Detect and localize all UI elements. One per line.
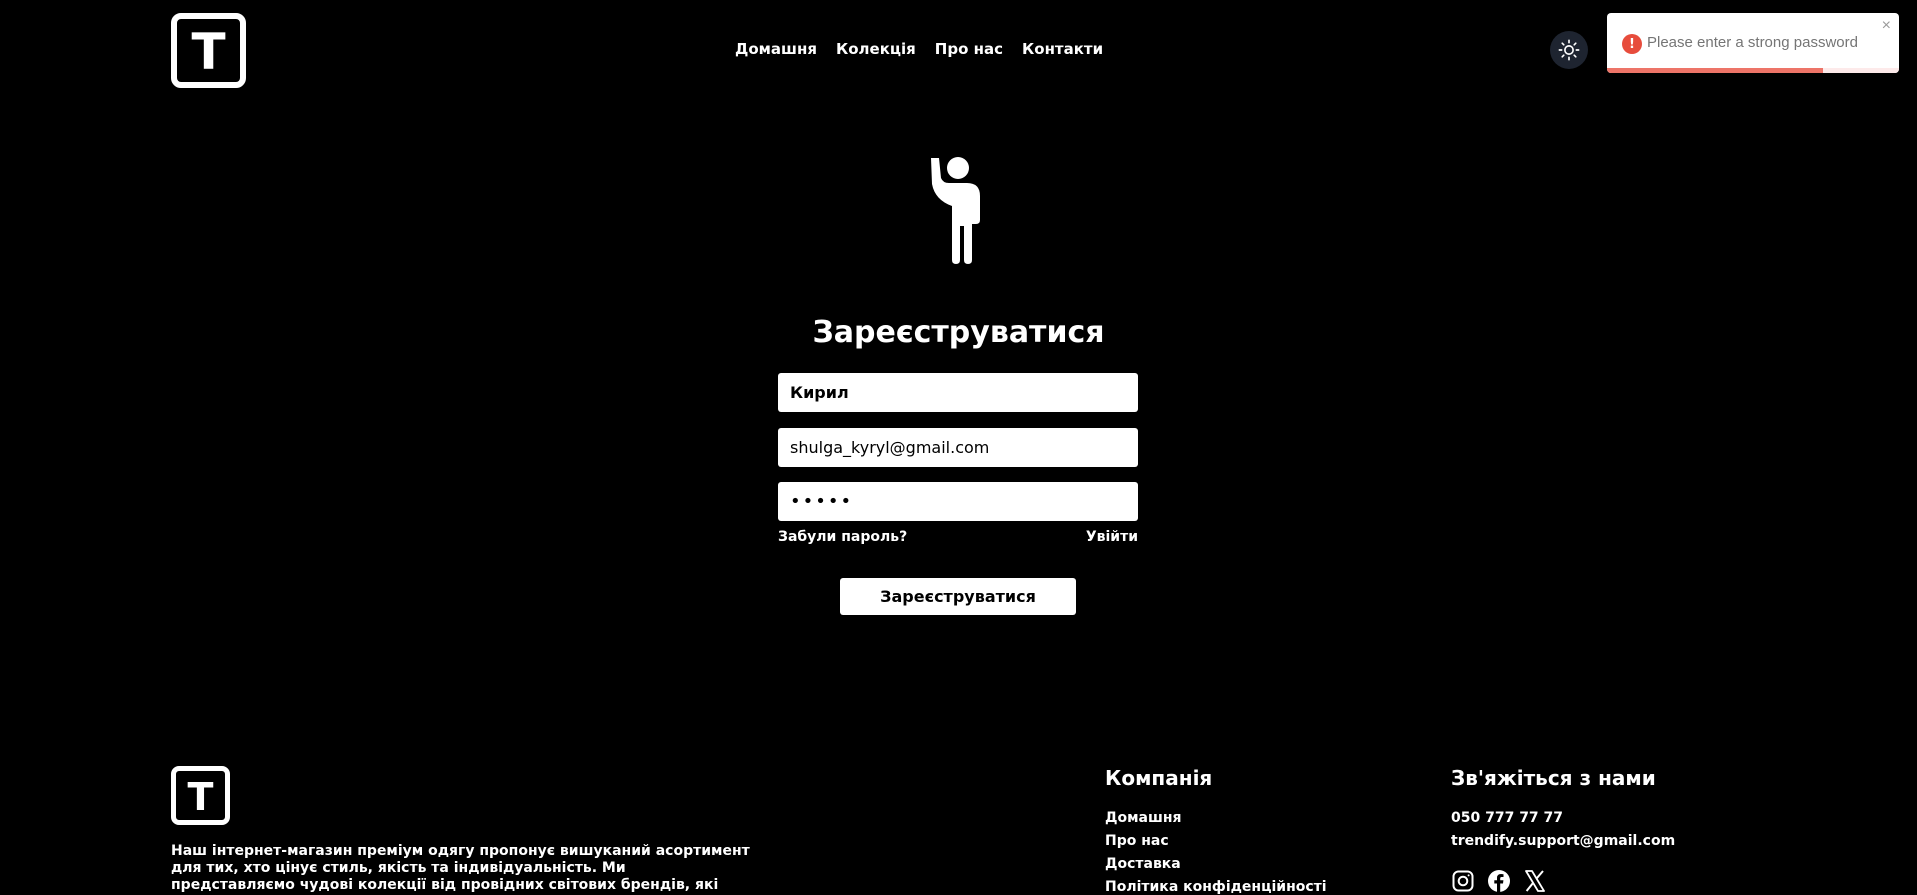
instagram-icon[interactable] xyxy=(1451,869,1475,893)
email-field[interactable]: shulga_kyryl@gmail.com xyxy=(778,428,1138,467)
footer-contact-info: 050 777 77 77 trendify.support@gmail.com xyxy=(1451,809,1675,850)
person-waving-icon xyxy=(931,157,980,264)
toast-close-button[interactable]: × xyxy=(1882,17,1891,35)
footer-email[interactable]: trendify.support@gmail.com xyxy=(1451,832,1675,850)
footer-company-links: Домашня Про нас Доставка Політика конфід… xyxy=(1105,809,1327,895)
page-title: Зареєструватися xyxy=(812,315,1105,350)
facebook-icon[interactable] xyxy=(1487,869,1511,893)
footer-link-about[interactable]: Про нас xyxy=(1105,832,1327,850)
forgot-password-link[interactable]: Забули пароль? xyxy=(778,529,907,545)
site-logo[interactable]: T xyxy=(171,13,246,88)
password-field[interactable]: ••••• xyxy=(778,482,1138,521)
footer-link-home[interactable]: Домашня xyxy=(1105,809,1327,827)
footer-phone[interactable]: 050 777 77 77 xyxy=(1451,809,1675,827)
footer-link-privacy[interactable]: Політика конфіденційності xyxy=(1105,878,1327,895)
error-toast: ! Please enter a strong password × xyxy=(1607,13,1899,73)
nav-contacts[interactable]: Контакти xyxy=(1022,40,1103,58)
nav-about[interactable]: Про нас xyxy=(935,40,1003,58)
footer-logo[interactable]: T xyxy=(171,766,230,825)
sun-icon xyxy=(1558,39,1580,61)
register-button[interactable]: Зареєструватися xyxy=(840,578,1076,615)
page: T Домашня Колекція Про нас Контакти ! Pl… xyxy=(0,0,1917,895)
footer-contact-title: Зв'яжіться з нами xyxy=(1451,766,1656,790)
footer-logo-letter: T xyxy=(187,774,214,819)
nav-collection[interactable]: Колекція xyxy=(836,40,916,58)
nav-home[interactable]: Домашня xyxy=(735,40,817,58)
x-icon[interactable] xyxy=(1523,869,1547,893)
toast-message: Please enter a strong password xyxy=(1647,34,1858,51)
logo-letter: T xyxy=(191,22,226,81)
form-links: Забули пароль? Увійти xyxy=(778,529,1138,545)
footer-link-delivery[interactable]: Доставка xyxy=(1105,855,1327,873)
social-links xyxy=(1451,869,1547,893)
footer-about-text: Наш інтернет-магазин преміум одягу пропо… xyxy=(171,843,750,895)
login-link[interactable]: Увійти xyxy=(1086,529,1138,545)
theme-toggle-button[interactable] xyxy=(1550,31,1588,69)
toast-progress-bar xyxy=(1607,68,1824,73)
error-icon: ! xyxy=(1622,34,1642,54)
main-nav: Домашня Колекція Про нас Контакти xyxy=(735,40,1103,58)
footer-company-title: Компанія xyxy=(1105,766,1213,790)
name-field[interactable]: Кирил xyxy=(778,373,1138,412)
